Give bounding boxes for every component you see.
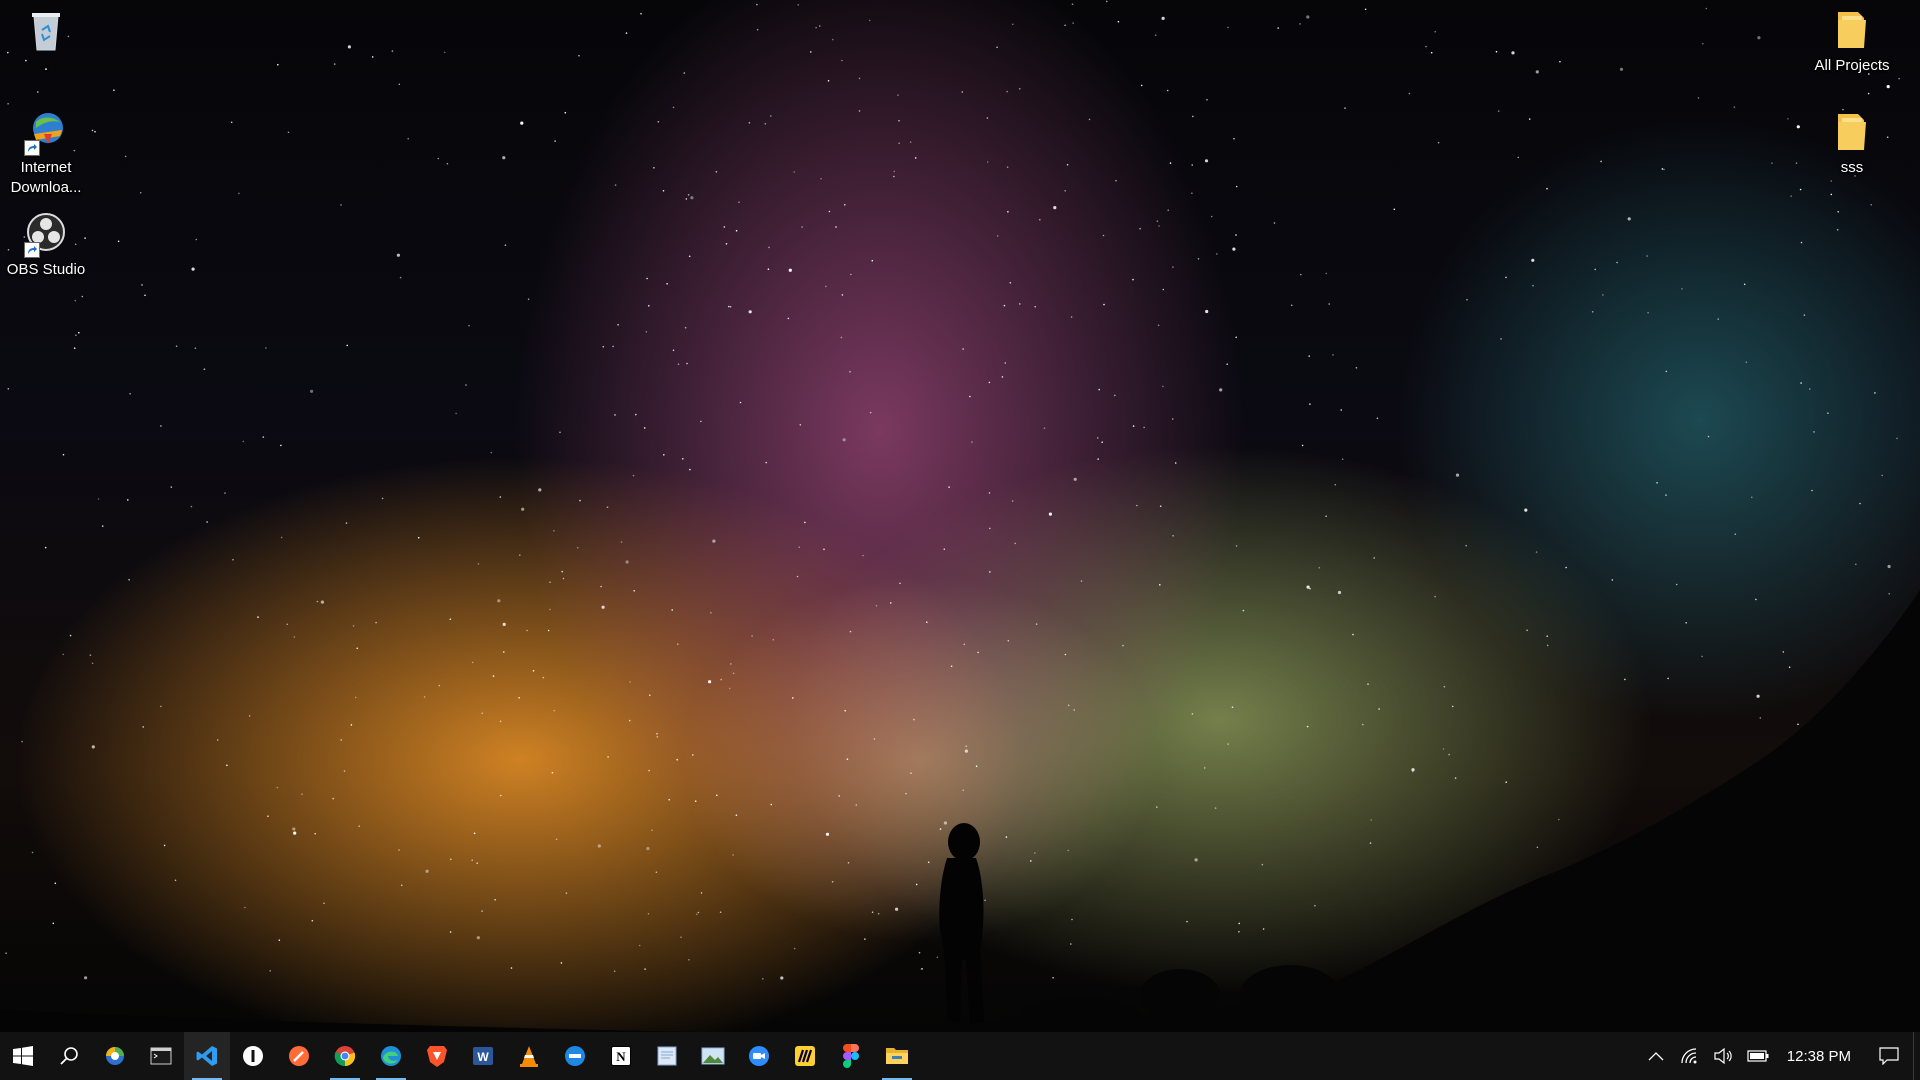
taskbar-app-brave[interactable] xyxy=(414,1032,460,1080)
desktop-icon-all-projects[interactable]: All Projects xyxy=(1804,6,1900,76)
desktop-wallpaper: . Internet Downloa... OBS Studio All Pro… xyxy=(0,0,1920,1032)
taskbar-app-vscode[interactable] xyxy=(184,1032,230,1080)
taskbar-app-blue-circle[interactable] xyxy=(552,1032,598,1080)
search-button[interactable] xyxy=(46,1032,92,1080)
person-silhouette xyxy=(939,823,984,1024)
vlc-icon xyxy=(520,1046,538,1067)
recycle-bin-icon xyxy=(22,6,70,54)
shortcut-arrow-icon xyxy=(24,242,40,258)
taskbar-app-file-explorer[interactable] xyxy=(874,1032,920,1080)
brave-icon xyxy=(427,1046,447,1067)
desktop-icon-internet-download-manager[interactable]: Internet Downloa... xyxy=(0,108,94,198)
desktop-icon-label: sss xyxy=(1840,159,1864,176)
start-button[interactable] xyxy=(0,1032,46,1080)
image-viewer-icon xyxy=(701,1047,725,1065)
volume-button[interactable] xyxy=(1707,1032,1741,1080)
terminal-icon xyxy=(150,1047,172,1065)
wifi-icon xyxy=(1681,1048,1697,1064)
desktop-icon-label: Internet Downloa... xyxy=(10,159,82,196)
taskbar-app-image-viewer[interactable] xyxy=(690,1032,736,1080)
desktop-icon-recycle-bin[interactable]: . xyxy=(0,6,94,76)
notepad-icon xyxy=(657,1046,677,1066)
vscode-icon xyxy=(196,1046,217,1066)
taskbar-app-zoom[interactable] xyxy=(736,1032,782,1080)
figma-icon xyxy=(843,1044,859,1068)
obs-studio-icon xyxy=(22,210,70,258)
taskbar-app-photos[interactable] xyxy=(92,1032,138,1080)
desktop-icon-label: All Projects xyxy=(1814,57,1890,74)
show-hidden-icons-button[interactable] xyxy=(1639,1032,1673,1080)
svg-text:W: W xyxy=(477,1050,489,1064)
system-tray: 12:38 PM xyxy=(1639,1032,1920,1080)
taskbar-app-notepad[interactable] xyxy=(644,1032,690,1080)
volume-icon xyxy=(1714,1048,1732,1064)
taskbar-app-vlc[interactable] xyxy=(506,1032,552,1080)
desktop-icon-obs-studio[interactable]: OBS Studio xyxy=(0,210,94,280)
blue-circle-app-icon xyxy=(565,1046,585,1066)
taskbar-app-terminal[interactable] xyxy=(138,1032,184,1080)
taskbar-app-miro[interactable] xyxy=(782,1032,828,1080)
battery-button[interactable] xyxy=(1741,1032,1775,1080)
clock[interactable]: 12:38 PM xyxy=(1775,1032,1865,1080)
windows-start-icon xyxy=(13,1046,33,1066)
zoom-icon xyxy=(749,1046,769,1066)
folder-icon xyxy=(1828,6,1876,54)
taskbar-app-postman[interactable] xyxy=(276,1032,322,1080)
edge-icon xyxy=(381,1046,401,1066)
action-center-icon xyxy=(1879,1047,1899,1065)
desktop-icon-sss[interactable]: sss xyxy=(1804,108,1900,178)
chevron-up-icon xyxy=(1648,1052,1664,1061)
network-button[interactable] xyxy=(1673,1032,1707,1080)
search-icon xyxy=(60,1047,78,1065)
show-desktop-button[interactable] xyxy=(1913,1032,1920,1080)
miro-icon xyxy=(795,1046,815,1066)
chrome-icon xyxy=(334,1046,356,1067)
taskbar-app-edge[interactable] xyxy=(368,1032,414,1080)
desktop-icon-label: . xyxy=(43,57,49,74)
action-center-button[interactable] xyxy=(1865,1032,1913,1080)
svg-text:N: N xyxy=(616,1049,626,1064)
battery-icon xyxy=(1747,1050,1769,1062)
shortcut-arrow-icon xyxy=(24,140,40,156)
taskbar-app-chrome[interactable] xyxy=(322,1032,368,1080)
internet-download-manager-icon xyxy=(22,108,70,156)
taskbar-app-word[interactable]: W xyxy=(460,1032,506,1080)
desktop-icon-label: OBS Studio xyxy=(6,261,86,278)
photos-app-icon xyxy=(106,1047,124,1065)
folder-icon xyxy=(1828,108,1876,156)
dark-circle-app-icon xyxy=(243,1046,263,1066)
taskbar-app-figma[interactable] xyxy=(828,1032,874,1080)
taskbar-app-notion[interactable]: N xyxy=(598,1032,644,1080)
notion-icon: N xyxy=(611,1046,631,1066)
taskbar-app-dark-circle[interactable] xyxy=(230,1032,276,1080)
file-explorer-icon xyxy=(886,1048,908,1064)
hill-silhouette xyxy=(0,590,1920,1032)
word-icon: W xyxy=(473,1047,493,1065)
taskbar: W N 12:38 PM xyxy=(0,1032,1920,1080)
postman-icon xyxy=(289,1046,309,1066)
